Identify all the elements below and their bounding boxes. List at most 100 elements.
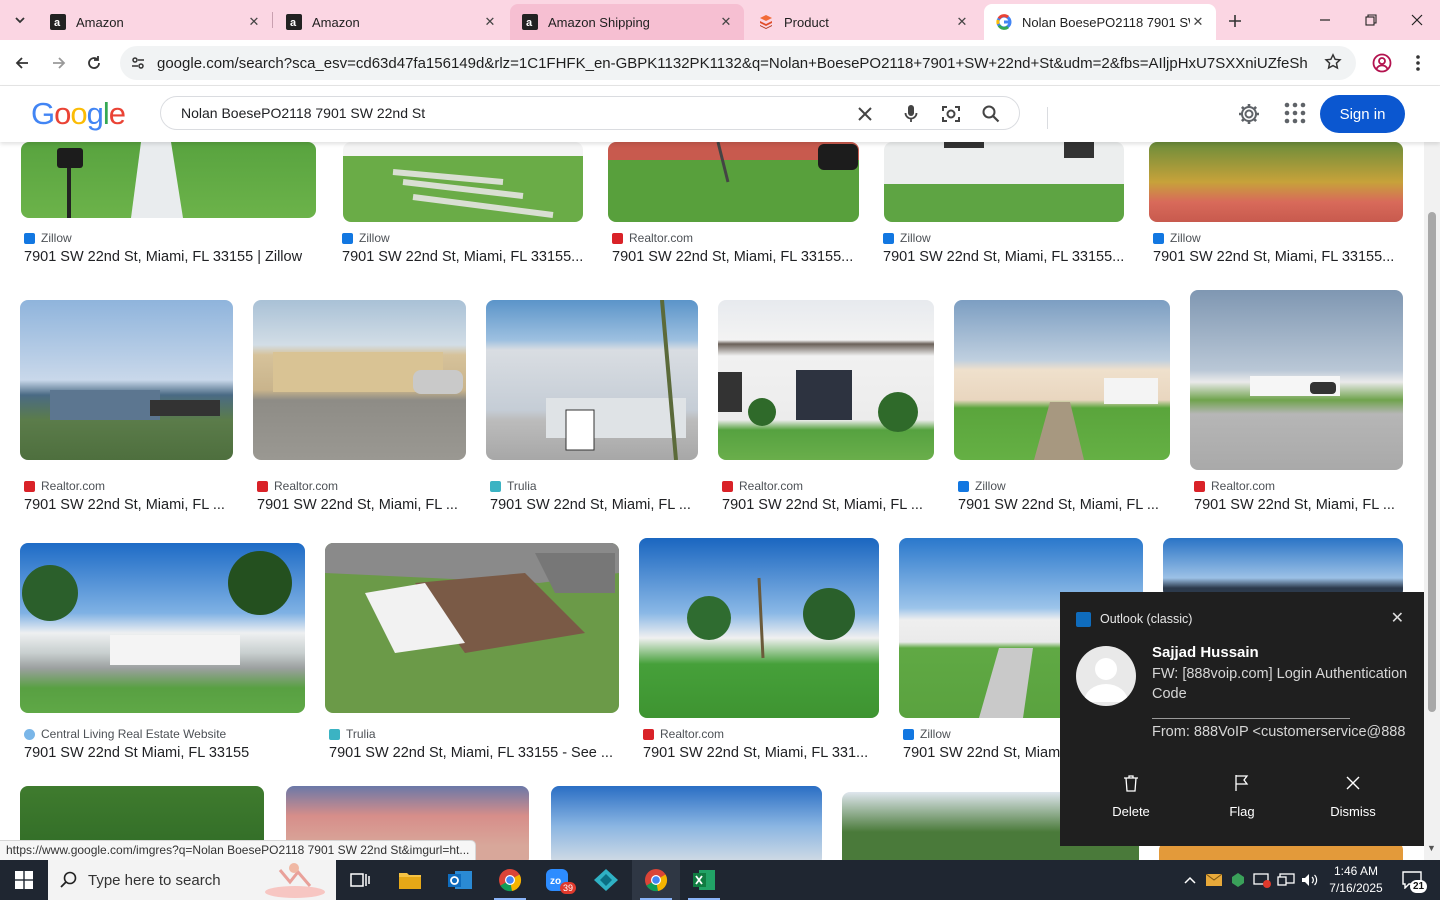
result-title-4[interactable]: 7901 SW 22nd St, Miami, FL 33155... <box>883 249 1127 265</box>
result-image-6[interactable] <box>20 300 233 460</box>
result-source-2[interactable]: Zillow <box>342 231 390 245</box>
dismiss-button[interactable]: Dismiss <box>1298 768 1408 819</box>
result-title-12[interactable]: 7901 SW 22nd St Miami, FL 33155 <box>24 745 306 761</box>
reload-button[interactable] <box>79 48 109 78</box>
forward-button[interactable] <box>44 48 74 78</box>
app-taskbar-button[interactable] <box>582 860 630 900</box>
result-image-11[interactable] <box>1190 290 1403 470</box>
start-button[interactable] <box>0 860 48 900</box>
result-source-15[interactable]: Zillow <box>903 727 951 741</box>
result-image-7[interactable] <box>253 300 466 460</box>
flag-button[interactable]: Flag <box>1187 768 1297 819</box>
result-source-13[interactable]: Trulia <box>329 727 376 741</box>
result-title-14[interactable]: 7901 SW 22nd St, Miami, FL 331... <box>643 745 879 761</box>
page-scrollbar[interactable]: ▲ ▼ <box>1424 86 1440 860</box>
search-box[interactable]: Nolan BoesePO2118 7901 SW 22nd St <box>160 96 1048 130</box>
taskbar-clock[interactable]: 1:46 AM 7/16/2025 <box>1325 863 1387 897</box>
result-image-3[interactable] <box>608 142 859 222</box>
tab-product[interactable]: Product ✕ <box>746 4 980 40</box>
google-apps-icon[interactable] <box>1284 102 1306 124</box>
close-icon[interactable]: ✕ <box>1190 14 1206 30</box>
result-source-10[interactable]: Zillow <box>958 479 1006 493</box>
close-window-button[interactable] <box>1394 0 1440 40</box>
scroll-down-arrow-icon[interactable]: ▼ <box>1427 843 1436 853</box>
taskbar-search[interactable]: Type here to search <box>48 860 336 900</box>
result-source-5[interactable]: Zillow <box>1153 231 1201 245</box>
google-logo[interactable]: Google <box>31 96 125 132</box>
result-source-6[interactable]: Realtor.com <box>24 479 105 493</box>
result-image-9[interactable] <box>718 300 934 460</box>
result-image-16[interactable] <box>1163 538 1403 598</box>
result-title-2[interactable]: 7901 SW 22nd St, Miami, FL 33155... <box>342 249 584 265</box>
result-title-9[interactable]: 7901 SW 22nd St, Miami, FL ... <box>722 497 934 513</box>
result-source-8[interactable]: Trulia <box>490 479 537 493</box>
result-source-12[interactable]: Central Living Real Estate Website <box>24 727 226 741</box>
bookmark-star-icon[interactable] <box>1324 53 1342 71</box>
mail-tray-icon[interactable] <box>1202 860 1226 900</box>
action-center-button[interactable]: 21 <box>1392 860 1432 900</box>
result-image-14[interactable] <box>639 538 879 718</box>
result-image-2[interactable] <box>343 142 583 222</box>
result-source-1[interactable]: Zillow <box>24 231 72 245</box>
display-tray-icon[interactable] <box>1274 860 1298 900</box>
sign-in-button[interactable]: Sign in <box>1320 95 1405 133</box>
result-title-6[interactable]: 7901 SW 22nd St, Miami, FL ... <box>24 497 234 513</box>
result-image-1[interactable] <box>21 142 316 218</box>
result-source-9[interactable]: Realtor.com <box>722 479 803 493</box>
scrollbar-thumb[interactable] <box>1428 212 1436 712</box>
tab-amazon-shipping[interactable]: a Amazon Shipping ✕ <box>510 4 744 40</box>
result-image-12[interactable] <box>20 543 305 713</box>
browser-menu-button[interactable] <box>1403 48 1433 78</box>
result-image-8[interactable] <box>486 300 698 460</box>
close-icon[interactable]: ✕ <box>246 14 262 30</box>
close-icon[interactable]: ✕ <box>1391 608 1404 628</box>
minimize-button[interactable] <box>1302 0 1348 40</box>
result-title-1[interactable]: 7901 SW 22nd St, Miami, FL 33155 | Zillo… <box>24 249 318 265</box>
tab-google-search[interactable]: Nolan BoesePO2118 7901 SW 2 ✕ <box>984 4 1216 40</box>
result-title-7[interactable]: 7901 SW 22nd St, Miami, FL ... <box>257 497 467 513</box>
app-tray-icon[interactable] <box>1226 860 1250 900</box>
result-title-8[interactable]: 7901 SW 22nd St, Miami, FL ... <box>490 497 700 513</box>
close-icon[interactable]: ✕ <box>954 14 970 30</box>
back-button[interactable] <box>7 48 37 78</box>
result-title-5[interactable]: 7901 SW 22nd St, Miami, FL 33155... <box>1153 249 1403 265</box>
tab-amazon-2[interactable]: a Amazon ✕ <box>274 4 508 40</box>
profile-button[interactable] <box>1367 48 1397 78</box>
result-title-10[interactable]: 7901 SW 22nd St, Miami, FL ... <box>958 497 1170 513</box>
chrome-taskbar-button-2[interactable] <box>632 860 680 900</box>
outlook-taskbar-button[interactable] <box>436 860 484 900</box>
result-source-11[interactable]: Realtor.com <box>1194 479 1275 493</box>
file-explorer-button[interactable] <box>386 860 434 900</box>
result-image-4[interactable] <box>884 142 1124 222</box>
close-icon[interactable]: ✕ <box>718 14 734 30</box>
tray-overflow-icon[interactable] <box>1178 860 1202 900</box>
volume-tray-icon[interactable] <box>1298 860 1322 900</box>
settings-gear-icon[interactable] <box>1237 102 1261 126</box>
zoom-taskbar-button[interactable]: zo 39 <box>534 860 582 900</box>
search-input[interactable]: Nolan BoesePO2118 7901 SW 22nd St <box>181 105 425 121</box>
voice-search-icon[interactable] <box>899 102 923 126</box>
search-icon[interactable] <box>979 102 1003 126</box>
task-view-button[interactable] <box>336 860 384 900</box>
result-image-10[interactable] <box>954 300 1170 460</box>
excel-taskbar-button[interactable] <box>680 860 728 900</box>
result-title-15[interactable]: 7901 SW 22nd St, Miam <box>903 745 1063 761</box>
network-alert-tray-icon[interactable] <box>1250 860 1274 900</box>
result-image-19[interactable] <box>551 786 822 860</box>
new-tab-button[interactable] <box>1222 8 1248 34</box>
result-source-3[interactable]: Realtor.com <box>612 231 693 245</box>
result-title-3[interactable]: 7901 SW 22nd St, Miami, FL 33155... <box>612 249 856 265</box>
outlook-notification[interactable]: Outlook (classic) ✕ Sajjad Hussain FW: [… <box>1060 592 1424 846</box>
tab-search-button[interactable] <box>6 7 34 33</box>
chrome-taskbar-button-1[interactable] <box>486 860 534 900</box>
site-info-icon[interactable] <box>126 51 150 75</box>
result-image-13[interactable] <box>325 543 619 713</box>
restore-button[interactable] <box>1348 0 1394 40</box>
result-image-5[interactable] <box>1149 142 1403 222</box>
result-source-4[interactable]: Zillow <box>883 231 931 245</box>
image-search-icon[interactable] <box>939 102 963 126</box>
result-title-13[interactable]: 7901 SW 22nd St, Miami, FL 33155 - See .… <box>329 745 619 761</box>
clear-search-icon[interactable] <box>853 102 877 126</box>
result-title-11[interactable]: 7901 SW 22nd St, Miami, FL ... <box>1194 497 1404 513</box>
url-text[interactable]: google.com/search?sca_esv=cd63d47fa15614… <box>157 55 1307 72</box>
